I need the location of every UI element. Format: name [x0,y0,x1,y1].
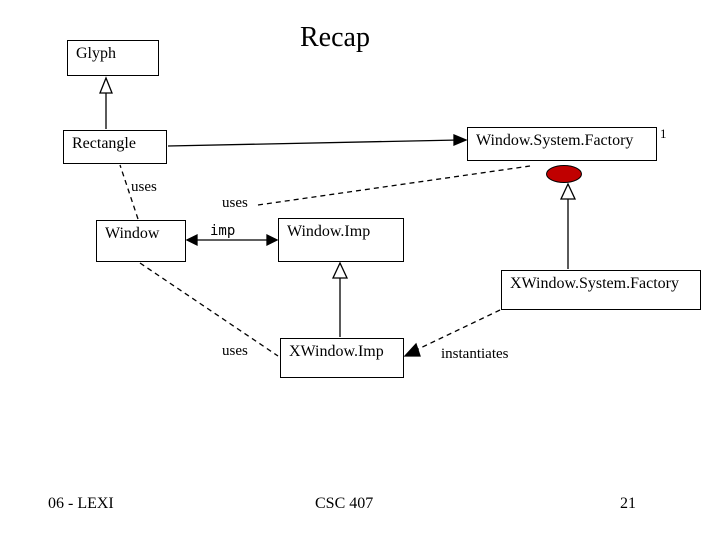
label-imp: imp [210,223,235,239]
footer-center: CSC 407 [315,495,373,513]
label-one: 1 [660,126,667,142]
box-glyph: Glyph [67,40,159,76]
footer-left: 06 - LEXI [48,495,114,513]
label-uses-3: uses [222,343,248,360]
box-xwindow-imp: XWindow.Imp [280,338,404,378]
label-uses-2: uses [222,195,248,212]
label-uses-1: uses [131,179,157,196]
box-ws-factory: Window.System.Factory [467,127,657,161]
box-rectangle: Rectangle [63,130,167,164]
box-window-imp: Window.Imp [278,218,404,262]
factory-marker-icon [546,165,582,183]
footer-right: 21 [620,495,636,513]
slide: { "title": "Recap", "boxes": { "glyph": … [0,0,720,540]
box-xws-factory: XWindow.System.Factory [501,270,701,310]
box-window: Window [96,220,186,262]
page-title: Recap [300,22,370,54]
label-instantiates: instantiates [441,346,509,363]
